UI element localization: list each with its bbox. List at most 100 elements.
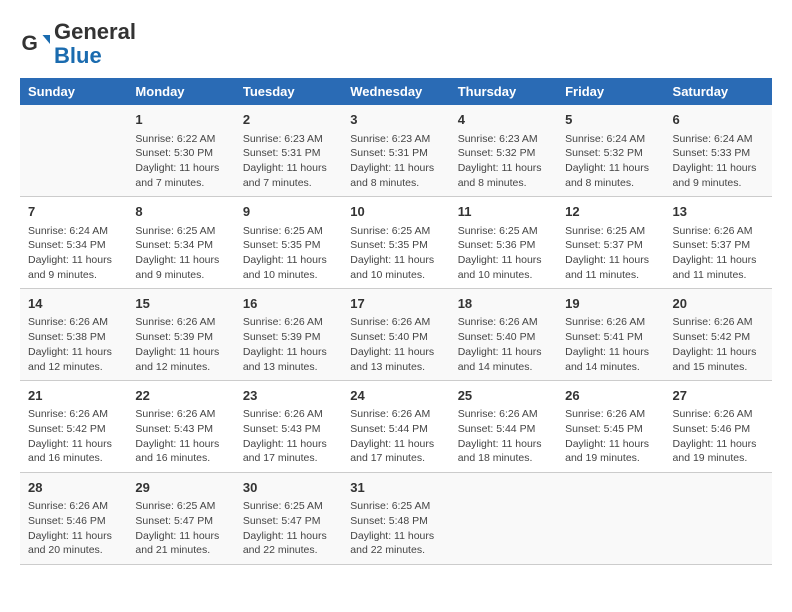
- cell-info: Sunrise: 6:25 AMSunset: 5:34 PMDaylight:…: [135, 224, 226, 283]
- calendar-cell: 19Sunrise: 6:26 AMSunset: 5:41 PMDayligh…: [557, 289, 664, 381]
- calendar-cell: [665, 473, 772, 565]
- cell-info: Sunrise: 6:26 AM Sunset: 5:46 PM Daylight:…: [673, 407, 764, 466]
- column-header-tuesday: Tuesday: [235, 78, 342, 105]
- cell-info: Sunrise: 6:26 AMSunset: 5:43 PMDaylight:…: [135, 407, 226, 466]
- cell-line: Sunset: 5:36 PM: [458, 239, 536, 251]
- calendar-row: 7Sunrise: 6:24 AMSunset: 5:34 PMDaylight…: [20, 197, 772, 289]
- calendar-cell: 31Sunrise: 6:25 AMSunset: 5:48 PMDayligh…: [342, 473, 449, 565]
- cell-info: Sunrise: 6:25 AMSunset: 5:37 PMDaylight:…: [565, 224, 656, 283]
- cell-line: Sunset: 5:30 PM: [135, 147, 213, 159]
- day-number: 4: [458, 111, 549, 129]
- calendar-cell: 13Sunrise: 6:26 AMSunset: 5:37 PMDayligh…: [665, 197, 772, 289]
- cell-line: Daylight: 11 hours and 17 minutes.: [243, 438, 327, 465]
- cell-line: Daylight: 11 hours and 16 minutes.: [135, 438, 219, 465]
- cell-line: Sunrise: 6:24 AM: [28, 225, 108, 237]
- cell-line: Sunrise: 6:25 AM: [135, 225, 215, 237]
- logo-blue: Blue: [54, 43, 102, 68]
- calendar-row: 21Sunrise: 6:26 AMSunset: 5:42 PMDayligh…: [20, 381, 772, 473]
- cell-line: Daylight: 11 hours and 8 minutes.: [350, 162, 434, 189]
- cell-line: Sunrise: 6:25 AM: [243, 225, 323, 237]
- cell-line: Sunset: 5:44 PM: [350, 423, 428, 435]
- calendar-cell: 21Sunrise: 6:26 AMSunset: 5:42 PMDayligh…: [20, 381, 127, 473]
- calendar-cell: 23Sunrise: 6:26 AMSunset: 5:43 PMDayligh…: [235, 381, 342, 473]
- calendar-cell: [20, 105, 127, 196]
- cell-line: Sunrise: 6:26 AM: [28, 500, 108, 512]
- cell-line: Sunrise: 6:26 AM: [135, 408, 215, 420]
- cell-line: Sunrise: 6:25 AM: [243, 500, 323, 512]
- day-number: 26: [565, 387, 656, 405]
- column-header-saturday: Saturday: [665, 78, 772, 105]
- cell-line: Sunset: 5:44 PM: [458, 423, 536, 435]
- cell-line: Sunrise: 6:23 AM: [458, 133, 538, 145]
- cell-line: Sunset: 5:32 PM: [565, 147, 643, 159]
- logo-icon: G: [20, 29, 50, 59]
- cell-line: Daylight: 11 hours and 18 minutes.: [458, 438, 542, 465]
- cell-info: Sunrise: 6:26 AMSunset: 5:37 PMDaylight:…: [673, 224, 764, 283]
- cell-line: Sunrise: 6:26 AM: [673, 408, 753, 420]
- cell-info: Sunrise: 6:24 AMSunset: 5:33 PMDaylight:…: [673, 132, 764, 191]
- cell-info: Sunrise: 6:24 AMSunset: 5:34 PMDaylight:…: [28, 224, 119, 283]
- cell-info: Sunrise: 6:26 AMSunset: 5:38 PMDaylight:…: [28, 315, 119, 374]
- cell-line: Daylight: 11 hours and 19 minutes.: [673, 438, 757, 465]
- cell-line: Daylight: 11 hours and 22 minutes.: [243, 530, 327, 557]
- day-number: 22: [135, 387, 226, 405]
- calendar-cell: 27Sunrise: 6:26 AMSunset: 5:46 PMDayligh…: [665, 381, 772, 473]
- cell-line: Sunrise: 6:24 AM: [565, 133, 645, 145]
- calendar-cell: 28Sunrise: 6:26 AMSunset: 5:46 PMDayligh…: [20, 473, 127, 565]
- calendar-cell: 16 Sunrise: 6:26 AMSunset: 5:39 PMDayligh…: [235, 289, 342, 381]
- calendar-cell: 5Sunrise: 6:24 AMSunset: 5:32 PMDaylight…: [557, 105, 664, 196]
- cell-line: Sunset: 5:46 PM: [28, 515, 106, 527]
- svg-text:G: G: [22, 32, 38, 55]
- cell-info: Sunrise: 6:26 AMSunset: 5:42 PMDaylight:…: [673, 315, 764, 374]
- cell-line: Sunrise: 6:26 AM: [673, 316, 753, 328]
- cell-line: Sunset: 5:48 PM: [350, 515, 428, 527]
- cell-info: Sunrise: 6:23 AMSunset: 5:32 PMDaylight:…: [458, 132, 549, 191]
- cell-line: Sunset: 5:39 PM: [135, 331, 213, 343]
- cell-info: Sunrise: 6:25 AMSunset: 5:36 PMDaylight:…: [458, 224, 549, 283]
- calendar-cell: 3Sunrise: 6:23 AMSunset: 5:31 PMDaylight…: [342, 105, 449, 196]
- cell-line: Daylight: 11 hours and 14 minutes.: [565, 346, 649, 373]
- cell-line: Sunrise: 6:26 AM: [565, 408, 645, 420]
- cell-line: Sunset: 5:31 PM: [243, 147, 321, 159]
- cell-info: Sunrise: 6:24 AMSunset: 5:32 PMDaylight:…: [565, 132, 656, 191]
- day-number: 19: [565, 295, 656, 313]
- cell-line: Sunrise: 6:25 AM: [565, 225, 645, 237]
- logo-general: General: [54, 19, 136, 44]
- cell-line: Daylight: 11 hours and 14 minutes.: [458, 346, 542, 373]
- cell-line: Sunrise: 6:25 AM: [458, 225, 538, 237]
- cell-info: Sunrise: 6:25 AM Sunset: 5:47 PM Daylight:…: [243, 499, 334, 558]
- calendar-cell: 12Sunrise: 6:25 AMSunset: 5:37 PMDayligh…: [557, 197, 664, 289]
- cell-line: Sunset: 5:37 PM: [673, 239, 751, 251]
- calendar-cell: 10Sunrise: 6:25 AMSunset: 5:35 PMDayligh…: [342, 197, 449, 289]
- day-number: 9: [243, 203, 334, 221]
- cell-line: Sunset: 5:34 PM: [135, 239, 213, 251]
- cell-info: Sunrise: 6:26 AM Sunset: 5:45 PM Daylight:…: [565, 407, 656, 466]
- calendar-cell: 7Sunrise: 6:24 AMSunset: 5:34 PMDaylight…: [20, 197, 127, 289]
- day-number: 16: [243, 295, 334, 313]
- cell-info: Sunrise: 6:26 AMSunset: 5:39 PMDaylight:…: [243, 315, 334, 374]
- cell-line: Sunset: 5:43 PM: [243, 423, 321, 435]
- cell-info: Sunrise: 6:26 AMSunset: 5:44 PMDaylight:…: [458, 407, 549, 466]
- cell-info: Sunrise: 6:26 AM Sunset: 5:39 PM Daylight:…: [135, 315, 226, 374]
- calendar-row: 14 Sunrise: 6:26 AMSunset: 5:38 PMDayligh…: [20, 289, 772, 381]
- cell-line: Daylight: 11 hours and 12 minutes.: [135, 346, 219, 373]
- cell-line: Sunrise: 6:26 AM: [350, 408, 430, 420]
- cell-line: Sunset: 5:40 PM: [458, 331, 536, 343]
- day-number: 14: [28, 295, 119, 313]
- cell-line: Sunrise: 6:26 AM: [135, 316, 215, 328]
- calendar-cell: 6Sunrise: 6:24 AMSunset: 5:33 PMDaylight…: [665, 105, 772, 196]
- cell-line: Sunset: 5:47 PM: [243, 515, 321, 527]
- day-number: 17: [350, 295, 441, 313]
- day-number: 18: [458, 295, 549, 313]
- column-header-monday: Monday: [127, 78, 234, 105]
- column-header-wednesday: Wednesday: [342, 78, 449, 105]
- cell-line: Sunset: 5:31 PM: [350, 147, 428, 159]
- cell-line: Sunset: 5:47 PM: [135, 515, 213, 527]
- cell-line: Sunset: 5:35 PM: [243, 239, 321, 251]
- cell-info: Sunrise: 6:23 AMSunset: 5:31 PMDaylight:…: [243, 132, 334, 191]
- cell-line: Sunset: 5:45 PM: [565, 423, 643, 435]
- cell-line: Daylight: 11 hours and 7 minutes.: [243, 162, 327, 189]
- cell-line: Daylight: 11 hours and 15 minutes.: [673, 346, 757, 373]
- cell-line: Daylight: 11 hours and 19 minutes.: [565, 438, 649, 465]
- cell-line: Sunset: 5:46 PM: [673, 423, 751, 435]
